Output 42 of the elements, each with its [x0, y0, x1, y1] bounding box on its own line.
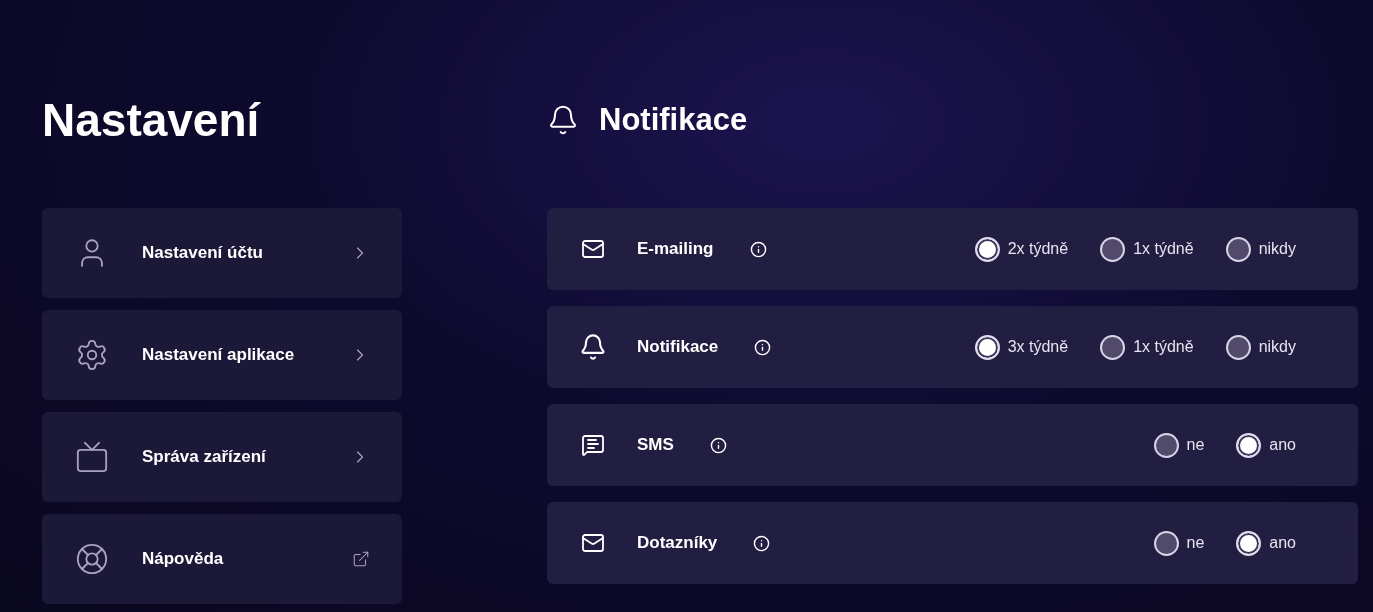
settings-menu-item[interactable]: Správa zařízení — [42, 412, 402, 502]
mail-icon — [581, 237, 605, 261]
radio-option[interactable]: ano — [1236, 530, 1296, 556]
setting-label: Dotazníky — [637, 532, 718, 555]
settings-menu-item[interactable]: Nastavení účtu — [42, 208, 402, 298]
info-icon[interactable] — [709, 436, 727, 454]
setting-label: E-mailing — [637, 238, 714, 261]
radio-button[interactable] — [1153, 432, 1179, 458]
bell-icon — [547, 104, 579, 136]
lifebuoy-icon — [75, 542, 109, 576]
radio-button[interactable] — [1225, 334, 1251, 360]
radio-button[interactable] — [1225, 236, 1251, 262]
info-icon[interactable] — [754, 338, 772, 356]
radio-option[interactable]: 1x týdně — [1100, 334, 1194, 360]
bell-icon — [579, 332, 607, 362]
radio-button[interactable] — [1100, 236, 1126, 262]
radio-option[interactable]: ne — [1153, 432, 1205, 458]
radio-button[interactable] — [974, 334, 1000, 360]
radio-option[interactable]: 3x týdně — [974, 334, 1069, 360]
mail-icon — [581, 531, 605, 555]
setting-label: SMS — [637, 434, 674, 457]
section-title: Notifikace — [599, 100, 748, 139]
tv-icon — [75, 440, 109, 474]
radio-option[interactable]: nikdy — [1225, 236, 1296, 262]
radio-option[interactable]: 2x týdně — [974, 236, 1069, 262]
radio-button[interactable] — [1236, 432, 1262, 458]
message-icon — [581, 433, 605, 457]
info-icon[interactable] — [749, 240, 767, 258]
radio-option[interactable]: ne — [1153, 530, 1205, 556]
radio-button[interactable] — [974, 236, 1000, 262]
setting-label: Notifikace — [637, 336, 719, 359]
info-icon[interactable] — [753, 534, 771, 552]
settings-menu-item[interactable]: Nastavení aplikace — [42, 310, 402, 400]
radio-option[interactable]: ano — [1236, 432, 1296, 458]
radio-button[interactable] — [1100, 334, 1126, 360]
radio-button[interactable] — [1153, 530, 1179, 556]
radio-option[interactable]: nikdy — [1225, 334, 1296, 360]
page-title: Nastavení — [42, 93, 262, 148]
radio-option[interactable]: 1x týdně — [1100, 236, 1194, 262]
settings-menu-item[interactable]: Nápověda — [42, 514, 402, 604]
settings-icon — [75, 338, 109, 372]
radio-button[interactable] — [1236, 530, 1262, 556]
